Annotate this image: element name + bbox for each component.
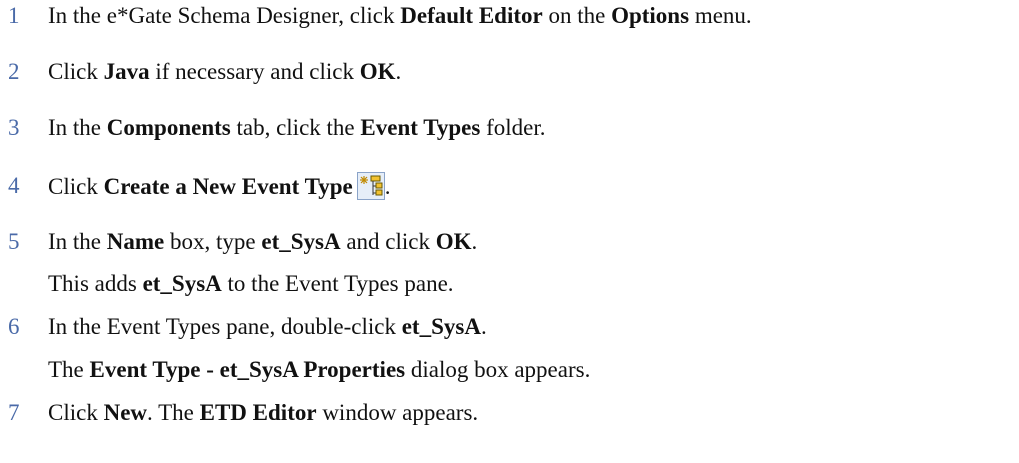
text-run: In the — [48, 115, 107, 140]
value-et-sysa: et_SysA — [401, 314, 481, 339]
step-number: 7 — [8, 400, 20, 425]
create-event-type-icon — [356, 172, 385, 200]
button-new-label: New — [103, 400, 148, 425]
text-run: on the — [542, 3, 612, 28]
text-run: . The — [147, 400, 200, 425]
text-run: window appears. — [316, 400, 479, 425]
text-run: In the e*Gate Schema Designer, click — [48, 3, 401, 28]
text-run: . — [471, 229, 478, 254]
text-run: if necessary and click — [149, 59, 360, 84]
ok-label: OK — [435, 229, 472, 254]
text-run: Click — [48, 59, 104, 84]
text-run: . — [395, 59, 402, 84]
step-number: 2 — [8, 59, 20, 84]
text-run: In the — [48, 229, 107, 254]
step-number: 4 — [8, 173, 20, 198]
folder-event-types: Event Types — [360, 115, 481, 140]
procedure-document: 1 In the e*Gate Schema Designer, click D… — [0, 0, 1019, 463]
text-run: . — [480, 314, 487, 339]
step-6-result: The Event Type - et_SysA Properties dial… — [48, 356, 590, 384]
window-etd-editor: ETD Editor — [199, 400, 317, 425]
dialog-name: Event Type - et_SysA Properties — [89, 357, 406, 382]
value-et-sysa: et_SysA — [142, 271, 222, 296]
step-5-result: This adds et_SysA to the Event Types pan… — [48, 270, 454, 298]
step-text: In the Components tab, click the Event T… — [48, 114, 545, 142]
step-number: 1 — [8, 3, 20, 28]
step-text: In the Name box, type et_SysA and click … — [48, 228, 477, 256]
text-run: box, type — [164, 229, 262, 254]
text-run: to the Event Types pane. — [221, 271, 454, 296]
menu-options: Options — [611, 3, 690, 28]
text-run: folder. — [480, 115, 546, 140]
option-java: Java — [103, 59, 150, 84]
step-number: 6 — [8, 314, 20, 339]
text-run: In the Event Types pane, double-click — [48, 314, 402, 339]
step-text: In the e*Gate Schema Designer, click Def… — [48, 2, 752, 30]
text-run: Click — [48, 174, 104, 199]
step-text: In the Event Types pane, double-click et… — [48, 313, 487, 341]
text-run: menu. — [689, 3, 752, 28]
text-run: Click — [48, 400, 104, 425]
text-run: The — [48, 357, 90, 382]
menu-item-default-editor: Default Editor — [400, 3, 543, 28]
step-number: 3 — [8, 115, 20, 140]
step-text: Click Java if necessary and click OK. — [48, 58, 401, 86]
command-create-event-type: Create a New Event Type — [103, 174, 353, 199]
step-text: Click Create a New Event Type . — [48, 172, 390, 201]
step-number: 5 — [8, 229, 20, 254]
value-et-sysa: et_SysA — [261, 229, 341, 254]
text-run: dialog box appears. — [405, 357, 591, 382]
name-box-label: Name — [106, 229, 165, 254]
tab-components: Components — [106, 115, 231, 140]
text-run: This adds — [48, 271, 143, 296]
text-run: and click — [340, 229, 436, 254]
text-run: . — [384, 174, 391, 199]
ok-label: OK — [359, 59, 396, 84]
step-text: Click New. The ETD Editor window appears… — [48, 399, 478, 427]
text-run: tab, click the — [230, 115, 361, 140]
